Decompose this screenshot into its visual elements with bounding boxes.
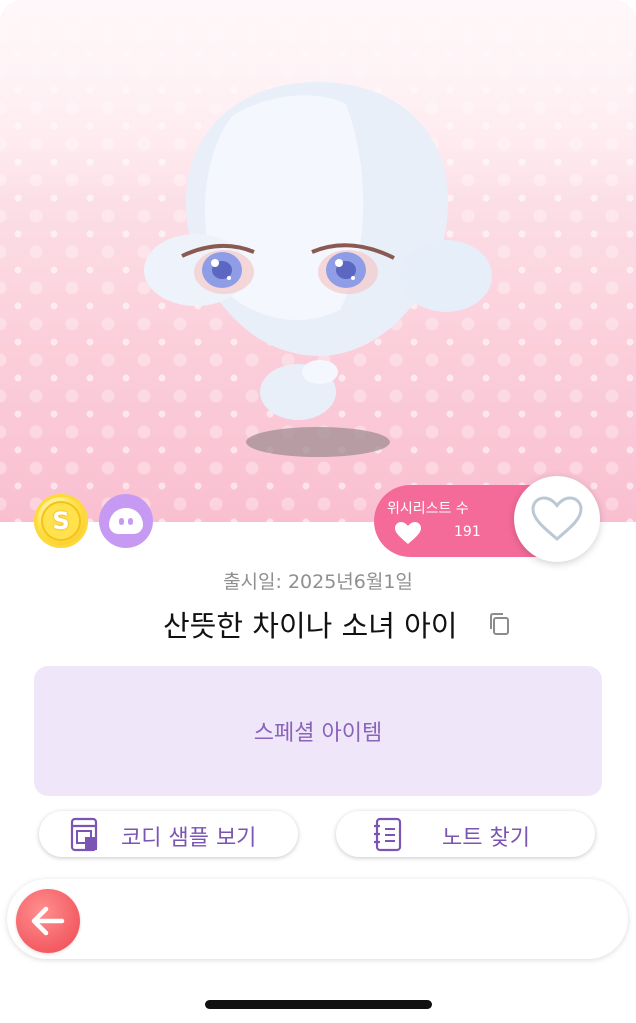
heart-icon [395,522,421,544]
special-item-label: 스페셜 아이템 [253,721,383,746]
arrow-left-icon [31,906,65,936]
codi-sample-button[interactable]: 코디 샘플 보기 [39,811,298,857]
codi-sample-label: 코디 샘플 보기 [121,826,257,851]
wishlist-count: 191 [454,524,481,540]
release-date: 출시일: 2025년6월1일 [223,571,413,593]
item-title: 산뜻한 차이나 소녀 아이 [163,609,458,643]
coin-letter: S [41,501,81,541]
bottom-action-bar [7,879,628,959]
coin-s-icon: S [34,494,88,548]
back-button[interactable] [16,889,80,953]
character-shadow [246,427,390,457]
character-preview-image [144,82,492,457]
notebook-icon [374,817,402,852]
copy-icon[interactable] [488,612,510,636]
home-indicator[interactable] [205,1000,432,1009]
character-right-ear [400,240,492,312]
find-note-button[interactable]: 노트 찾기 [336,811,595,857]
special-item-banner: 스페셜 아이템 [34,666,602,796]
character-tail-tip [302,360,338,384]
find-note-label: 노트 찾기 [442,826,530,851]
face-icon [99,494,153,548]
face-icon-head [109,508,143,534]
wishlist-label: 위시리스트 수 [387,501,469,517]
heart-outline-icon [531,496,583,541]
outfit-sample-icon [70,817,98,852]
add-to-wishlist-button[interactable] [514,476,600,562]
item-preview [0,0,636,522]
